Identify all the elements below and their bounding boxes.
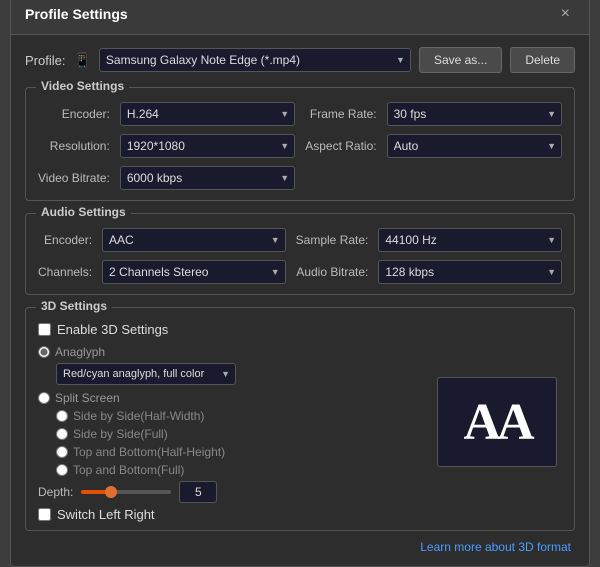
- dialog-body: Profile: 📱 Samsung Galaxy Note Edge (*.m…: [11, 35, 589, 566]
- channels-select[interactable]: 2 Channels Stereo: [102, 260, 286, 284]
- top-half-label: Top and Bottom(Half-Height): [73, 445, 225, 459]
- split-screen-label: Split Screen: [55, 391, 120, 405]
- video-bitrate-select-wrap: 6000 kbps: [120, 166, 295, 190]
- aspect-label: Aspect Ratio:: [305, 139, 376, 153]
- profile-select-wrap: Samsung Galaxy Note Edge (*.mp4): [99, 48, 411, 72]
- title-bar: Profile Settings ×: [11, 0, 589, 35]
- anaglyph-type-select[interactable]: Red/cyan anaglyph, full color: [56, 363, 236, 385]
- anaglyph-select-row: Red/cyan anaglyph, full color: [56, 363, 420, 385]
- threed-left: Enable 3D Settings Anaglyph Red/cyan ana…: [38, 322, 420, 522]
- switch-lr-checkbox[interactable]: [38, 508, 51, 521]
- anaglyph-radio[interactable]: [38, 346, 50, 358]
- split-screen-radio-item: Split Screen: [38, 391, 420, 405]
- enable-3d-checkbox[interactable]: [38, 323, 51, 336]
- aspect-select-wrap: Auto: [387, 134, 562, 158]
- phone-icon: 📱: [73, 52, 90, 69]
- depth-row: Depth:: [38, 481, 420, 503]
- audio-bitrate-select[interactable]: 128 kbps: [378, 260, 562, 284]
- video-bitrate-label: Video Bitrate:: [38, 171, 110, 185]
- audio-encoder-select[interactable]: AAC: [102, 228, 286, 252]
- bottom-link-row: Learn more about 3D format: [25, 539, 571, 554]
- resolution-select[interactable]: 1920*1080: [120, 134, 295, 158]
- audio-encoder-select-wrap: AAC: [102, 228, 286, 252]
- depth-slider[interactable]: [81, 490, 171, 494]
- learn-more-link[interactable]: Learn more about 3D format: [420, 540, 571, 554]
- encoder-label: Encoder:: [38, 107, 110, 121]
- framerate-select-wrap: 30 fps: [387, 102, 562, 126]
- video-settings-section: Video Settings Encoder: H.264 Frame Rate…: [25, 87, 575, 201]
- audio-bitrate-select-wrap: 128 kbps: [378, 260, 562, 284]
- encoder-select-wrap: H.264: [120, 102, 295, 126]
- channels-select-wrap: 2 Channels Stereo: [102, 260, 286, 284]
- resolution-select-wrap: 1920*1080: [120, 134, 295, 158]
- framerate-label: Frame Rate:: [305, 107, 376, 121]
- anaglyph-radio-item: Anaglyph: [38, 345, 420, 359]
- audio-settings-section: Audio Settings Encoder: AAC Sample Rate:…: [25, 213, 575, 295]
- anaglyph-type-select-wrap: Red/cyan anaglyph, full color: [56, 363, 236, 385]
- side-half-label: Side by Side(Half-Width): [73, 409, 204, 423]
- profile-select[interactable]: Samsung Galaxy Note Edge (*.mp4): [99, 48, 411, 72]
- profile-label: Profile:: [25, 53, 65, 68]
- threed-right: AA: [432, 322, 562, 522]
- top-full-radio-item: Top and Bottom(Full): [56, 463, 420, 477]
- top-full-radio[interactable]: [56, 464, 68, 476]
- switch-row: Switch Left Right: [38, 507, 420, 522]
- profile-select-wrapper: Samsung Galaxy Note Edge (*.mp4): [99, 48, 411, 72]
- aa-preview-text: AA: [463, 393, 530, 452]
- video-grid: Encoder: H.264 Frame Rate: 30 fps Resolu…: [38, 102, 562, 190]
- switch-lr-label: Switch Left Right: [57, 507, 155, 522]
- dialog-title: Profile Settings: [25, 6, 128, 22]
- samplerate-select[interactable]: 44100 Hz: [378, 228, 562, 252]
- side-full-radio-item: Side by Side(Full): [56, 427, 420, 441]
- samplerate-select-wrap: 44100 Hz: [378, 228, 562, 252]
- save-as-button[interactable]: Save as...: [419, 47, 502, 73]
- top-half-radio-item: Top and Bottom(Half-Height): [56, 445, 420, 459]
- split-screen-radio[interactable]: [38, 392, 50, 404]
- audio-bitrate-label: Audio Bitrate:: [296, 265, 369, 279]
- aa-preview: AA: [437, 377, 557, 467]
- video-section-title: Video Settings: [36, 79, 129, 93]
- enable-row: Enable 3D Settings: [38, 322, 420, 337]
- threed-settings-section: 3D Settings Enable 3D Settings Anaglyph: [25, 307, 575, 531]
- delete-button[interactable]: Delete: [510, 47, 575, 73]
- top-full-label: Top and Bottom(Full): [73, 463, 184, 477]
- audio-encoder-label: Encoder:: [38, 233, 92, 247]
- close-button[interactable]: ×: [556, 4, 575, 24]
- resolution-label: Resolution:: [38, 139, 110, 153]
- threed-section-title: 3D Settings: [36, 299, 112, 313]
- side-full-radio[interactable]: [56, 428, 68, 440]
- samplerate-label: Sample Rate:: [296, 233, 369, 247]
- side-full-label: Side by Side(Full): [73, 427, 168, 441]
- audio-section-title: Audio Settings: [36, 205, 131, 219]
- enable-3d-label: Enable 3D Settings: [57, 322, 168, 337]
- audio-grid: Encoder: AAC Sample Rate: 44100 Hz Chann…: [38, 228, 562, 284]
- threed-body: Enable 3D Settings Anaglyph Red/cyan ana…: [38, 322, 562, 522]
- side-half-radio-item: Side by Side(Half-Width): [56, 409, 420, 423]
- channels-label: Channels:: [38, 265, 92, 279]
- aspect-select[interactable]: Auto: [387, 134, 562, 158]
- profile-row: Profile: 📱 Samsung Galaxy Note Edge (*.m…: [25, 47, 575, 73]
- profile-settings-dialog: Profile Settings × Profile: 📱 Samsung Ga…: [10, 0, 590, 567]
- side-half-radio[interactable]: [56, 410, 68, 422]
- framerate-select[interactable]: 30 fps: [387, 102, 562, 126]
- anaglyph-label: Anaglyph: [55, 345, 105, 359]
- video-bitrate-select[interactable]: 6000 kbps: [120, 166, 295, 190]
- depth-label: Depth:: [38, 485, 73, 499]
- encoder-select[interactable]: H.264: [120, 102, 295, 126]
- depth-input[interactable]: [179, 481, 217, 503]
- top-half-radio[interactable]: [56, 446, 68, 458]
